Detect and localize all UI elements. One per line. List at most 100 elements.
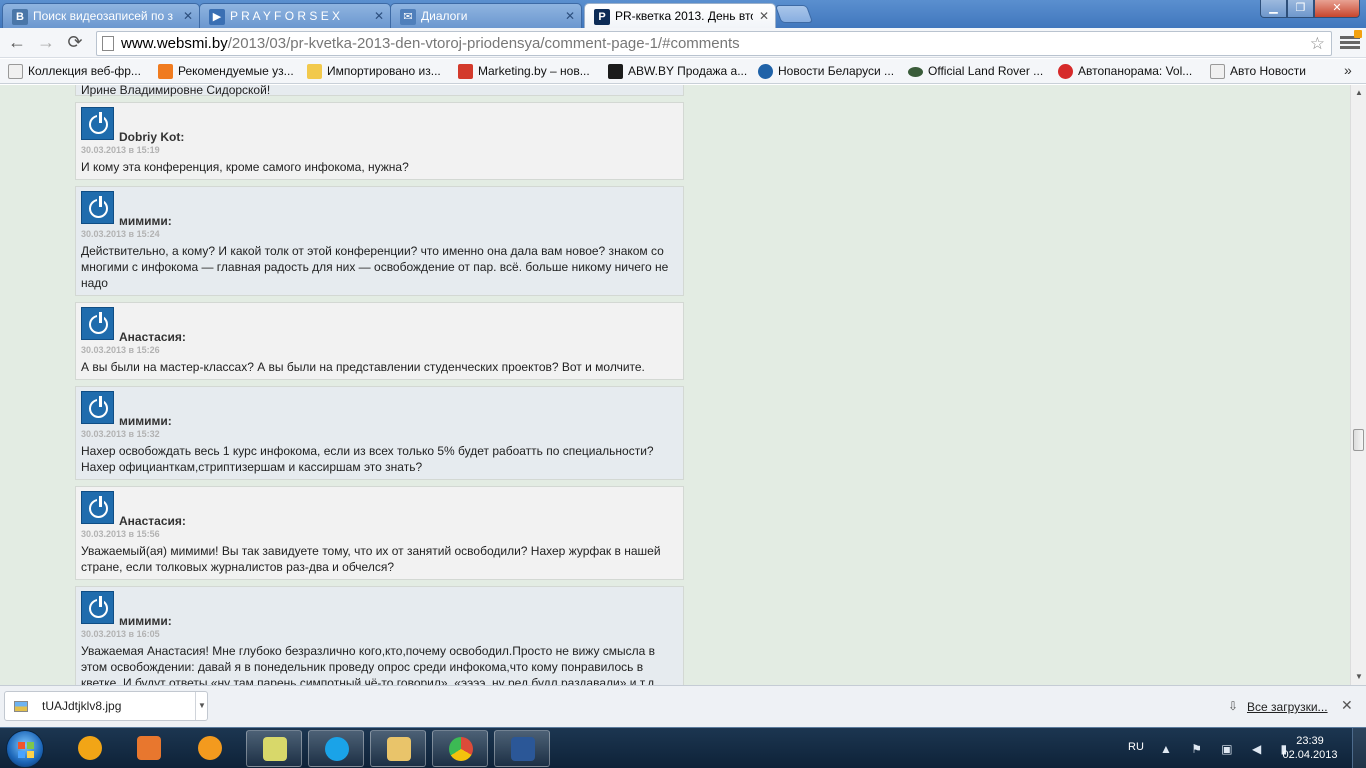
comment-author[interactable]: мимими: bbox=[119, 414, 172, 428]
site-icon: P bbox=[594, 9, 610, 25]
comment-author[interactable]: мимими: bbox=[119, 214, 172, 228]
taskbar-app-explorer[interactable] bbox=[370, 730, 426, 767]
tab-label: PR-кветка 2013. День втор bbox=[615, 9, 753, 23]
comment-partial: Ирине Владимировне Сидорской! bbox=[75, 85, 684, 97]
scroll-thumb[interactable] bbox=[1353, 429, 1364, 451]
tab-vk-video-search[interactable]: B Поиск видеозаписей по з ✕ bbox=[2, 3, 200, 28]
taskbar-app-word[interactable] bbox=[494, 730, 550, 767]
close-icon[interactable]: ✕ bbox=[759, 4, 769, 28]
clock[interactable]: 23:39 02.04.2013 bbox=[1280, 734, 1340, 762]
show-all-downloads-link[interactable]: Все загрузки... bbox=[1247, 700, 1328, 714]
forward-button[interactable]: → bbox=[35, 32, 57, 54]
star-icon[interactable]: ☆ bbox=[1310, 32, 1325, 55]
scroll-up-button[interactable]: ▲ bbox=[1351, 85, 1366, 101]
tab-label: Поиск видеозаписей по з bbox=[33, 9, 173, 23]
avatar bbox=[81, 191, 114, 224]
bookmark-item[interactable]: Marketing.by – нов... bbox=[458, 63, 590, 80]
taskbar-app-aimp[interactable] bbox=[62, 730, 118, 767]
avatar bbox=[81, 391, 114, 424]
bookmark-item[interactable]: Новости Беларуси ... bbox=[758, 63, 894, 80]
comment-author[interactable]: Анастасия: bbox=[119, 514, 186, 528]
comment-text: А вы были на мастер-классах? А вы были н… bbox=[81, 360, 645, 374]
comment: Dobriy Kot: 30.03.2013 в 15:19 И кому эт… bbox=[75, 102, 684, 180]
comment-author[interactable]: Dobriy Kot: bbox=[119, 130, 184, 144]
bookmark-item[interactable]: ABW.BY Продажа а... bbox=[608, 63, 747, 80]
tab-pr-kvetka[interactable]: P PR-кветка 2013. День втор ✕ bbox=[584, 3, 776, 29]
update-badge bbox=[1354, 30, 1362, 38]
image-file-icon bbox=[14, 701, 28, 712]
marketing-icon bbox=[458, 64, 473, 79]
bookmarks-more-button[interactable]: » bbox=[1344, 62, 1352, 78]
word-icon bbox=[511, 737, 535, 761]
chat-icon: ✉ bbox=[400, 9, 416, 25]
bookmark-item[interactable]: Official Land Rover ... bbox=[908, 63, 1043, 80]
tray-icons[interactable]: ▲ ⚑ ▣ ◀ ▮ bbox=[1160, 742, 1295, 756]
sticky-notes-icon bbox=[263, 737, 287, 761]
taskbar-app-sticky-notes[interactable] bbox=[246, 730, 302, 767]
clock-date: 02.04.2013 bbox=[1282, 749, 1338, 761]
page-content: Ирине Владимировне Сидорской! Dobriy Kot… bbox=[0, 85, 1350, 685]
window-close-button[interactable]: ✕ bbox=[1314, 0, 1360, 18]
maximize-button[interactable]: ❐ bbox=[1287, 0, 1314, 18]
comment: мимими: 30.03.2013 в 15:32 Нахер освобож… bbox=[75, 386, 684, 480]
autopanorama-icon bbox=[1058, 64, 1073, 79]
comment-text: И кому эта конференция, кроме самого инф… bbox=[81, 160, 409, 174]
bookmark-item[interactable]: Рекомендуемые уз... bbox=[158, 63, 294, 80]
odnoklassniki-icon bbox=[198, 736, 222, 760]
windows-logo-icon bbox=[18, 742, 25, 749]
comment-text: Нахер освобождать весь 1 курс инфокома, … bbox=[81, 444, 654, 474]
comment-date[interactable]: 30.03.2013 в 15:24 bbox=[81, 229, 160, 239]
land-rover-icon bbox=[908, 67, 923, 77]
aimp-icon bbox=[78, 736, 102, 760]
close-icon[interactable]: ✕ bbox=[1341, 697, 1353, 714]
language-indicator[interactable]: RU bbox=[1128, 741, 1144, 753]
page-scrollbar[interactable]: ▲ ▼ bbox=[1350, 85, 1366, 685]
url-host: www.websmi.by bbox=[121, 35, 228, 52]
comment-list: Ирине Владимировне Сидорской! Dobriy Kot… bbox=[75, 85, 684, 685]
download-filename: tUAJdtjklv8.jpg bbox=[42, 699, 122, 713]
taskbar-app-odnoklassniki[interactable] bbox=[182, 730, 238, 767]
taskbar-app-skype[interactable] bbox=[308, 730, 364, 767]
explorer-icon bbox=[387, 737, 411, 761]
chrome-icon bbox=[449, 737, 473, 761]
tab-strip: B Поиск видеозаписей по з ✕ ▶ P R A Y F … bbox=[0, 0, 1366, 29]
address-bar[interactable]: www.websmi.by/2013/03/pr-kvetka-2013-den… bbox=[96, 31, 1332, 56]
start-button[interactable] bbox=[6, 730, 44, 768]
comment-date[interactable]: 30.03.2013 в 15:19 bbox=[81, 145, 160, 155]
comment-date[interactable]: 30.03.2013 в 15:32 bbox=[81, 429, 160, 439]
close-icon[interactable]: ✕ bbox=[565, 4, 575, 28]
new-tab-button[interactable] bbox=[774, 5, 814, 23]
minimize-button[interactable]: ▁ bbox=[1260, 0, 1287, 18]
tab-label: P R A Y F O R S E X bbox=[230, 9, 341, 23]
bookmark-item[interactable]: Автопанорама: Vol... bbox=[1058, 63, 1192, 80]
reload-button[interactable]: ⟳ bbox=[64, 32, 86, 54]
avatar bbox=[81, 491, 114, 524]
comment-author[interactable]: Анастасия: bbox=[119, 330, 186, 344]
bookmark-item[interactable]: Авто Новости bbox=[1210, 63, 1306, 80]
tab-label: Диалоги bbox=[421, 9, 468, 23]
tab-dialogs[interactable]: ✉ Диалоги ✕ bbox=[390, 3, 582, 28]
show-desktop-button[interactable] bbox=[1352, 728, 1366, 768]
taskbar-app-media-player[interactable] bbox=[121, 730, 177, 767]
menu-icon[interactable] bbox=[1340, 30, 1362, 52]
comment: Анастасия: 30.03.2013 в 15:56 Уважаемый(… bbox=[75, 486, 684, 580]
close-icon[interactable]: ✕ bbox=[374, 4, 384, 28]
comment: мимими: 30.03.2013 в 15:24 Действительно… bbox=[75, 186, 684, 296]
close-icon[interactable]: ✕ bbox=[183, 4, 193, 28]
comment-author[interactable]: мимими: bbox=[119, 614, 172, 628]
bookmark-item[interactable]: Коллекция веб-фр... bbox=[8, 63, 141, 80]
scroll-down-button[interactable]: ▼ bbox=[1351, 669, 1366, 685]
download-item[interactable]: tUAJdtjklv8.jpg ▼ bbox=[4, 691, 208, 721]
comment-date[interactable]: 30.03.2013 в 16:05 bbox=[81, 629, 160, 639]
bookmark-item[interactable]: Импортировано из... bbox=[307, 63, 441, 80]
page-icon bbox=[102, 36, 114, 51]
folder-icon bbox=[307, 64, 322, 79]
tab-prayforsex[interactable]: ▶ P R A Y F O R S E X ✕ bbox=[199, 3, 391, 28]
comment-date[interactable]: 30.03.2013 в 15:26 bbox=[81, 345, 160, 355]
chevron-down-icon[interactable]: ▼ bbox=[195, 692, 208, 720]
taskbar-app-chrome[interactable] bbox=[432, 730, 488, 767]
comment: Анастасия: 30.03.2013 в 15:26 А вы были … bbox=[75, 302, 684, 380]
back-button[interactable]: ← bbox=[6, 32, 28, 54]
comment-date[interactable]: 30.03.2013 в 15:56 bbox=[81, 529, 160, 539]
recommended-icon bbox=[158, 64, 173, 79]
